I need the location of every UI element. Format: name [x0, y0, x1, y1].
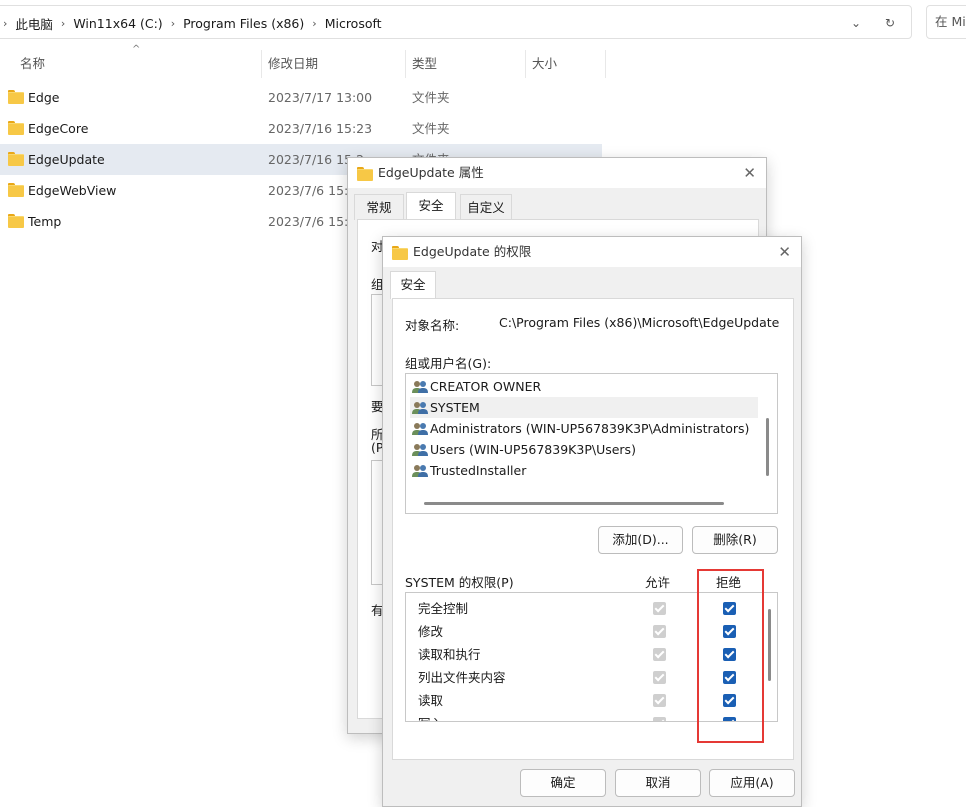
chevron-right-icon: › — [3, 16, 8, 30]
folder-icon-wrap — [8, 121, 24, 135]
allow-column-label: 允许 — [645, 575, 671, 590]
allow-checkbox — [653, 671, 666, 684]
permission-name: 完全控制 — [418, 601, 469, 616]
permission-name: 读取和执行 — [418, 647, 481, 662]
user-name: SYSTEM — [430, 400, 480, 415]
users-horizontal-scrollbar[interactable] — [424, 502, 724, 505]
sort-up-icon: ^ — [132, 44, 141, 55]
file-type: 文件夹 — [412, 121, 450, 136]
users-group-icon — [412, 444, 428, 456]
users-vertical-scrollbar[interactable] — [766, 418, 769, 476]
file-row[interactable]: EdgeCore 2023/7/16 15:23 文件夹 — [0, 113, 602, 144]
user-name: CREATOR OWNER — [430, 379, 542, 394]
deny-column-highlight — [697, 569, 764, 743]
column-header-type[interactable]: 类型 — [406, 50, 526, 78]
chevron-right-icon: › — [60, 16, 66, 30]
users-group-icon — [412, 381, 428, 393]
users-list[interactable]: CREATOR OWNER SYSTEM Administrators (WIN… — [405, 373, 778, 514]
allow-checkbox — [653, 648, 666, 661]
search-input[interactable]: 在 Mi — [926, 5, 966, 39]
tab-security[interactable]: 安全 — [406, 192, 456, 220]
folder-icon — [392, 246, 408, 260]
permissions-vertical-scrollbar[interactable] — [768, 609, 771, 681]
users-group-icon — [412, 402, 428, 414]
chevron-right-icon: › — [170, 16, 176, 30]
permission-name: 修改 — [418, 624, 444, 639]
dialog-titlebar: EdgeUpdate 属性 ✕ — [348, 158, 766, 188]
permissions-dialog: EdgeUpdate 的权限 ✕ 安全 对象名称: C:\Program Fil… — [382, 236, 802, 807]
object-path: C:\Program Files (x86)\Microsoft\EdgeUpd… — [499, 315, 780, 330]
user-name: TrustedInstaller — [430, 463, 527, 478]
breadcrumb-item[interactable]: 此电脑 — [13, 14, 55, 33]
user-name: Users (WIN-UP567839K3P\Users) — [430, 442, 636, 457]
permission-name: 写入 — [418, 716, 443, 721]
allow-checkbox — [653, 717, 666, 721]
apply-button[interactable]: 应用(A) — [709, 769, 795, 797]
folder-icon — [8, 152, 24, 166]
dialog-titlebar: EdgeUpdate 的权限 ✕ — [383, 237, 801, 267]
file-date: 2023/7/6 15:5 — [268, 214, 357, 229]
allow-checkbox — [653, 625, 666, 638]
folder-icon-wrap — [392, 246, 408, 260]
file-name: EdgeCore — [28, 121, 89, 136]
remove-button[interactable]: 删除(R) — [692, 526, 778, 554]
folder-icon — [357, 167, 373, 181]
user-item[interactable]: TrustedInstaller — [410, 460, 758, 481]
dialog-title: EdgeUpdate 属性 — [378, 165, 484, 180]
group-label: 组或用户名(G): — [405, 356, 492, 371]
refresh-icon[interactable]: ↻ — [881, 14, 899, 32]
tab-general[interactable]: 常规 — [354, 194, 404, 220]
tab-security[interactable]: 安全 — [390, 271, 436, 299]
folder-icon-wrap — [8, 183, 24, 197]
folder-icon-wrap — [357, 167, 373, 181]
allow-checkbox — [653, 602, 666, 615]
users-group-icon — [412, 423, 428, 435]
permissions-label: SYSTEM 的权限(P) — [405, 575, 514, 590]
chevron-down-icon[interactable]: ⌄ — [847, 14, 865, 32]
file-name: Temp — [28, 214, 62, 229]
file-date: 2023/7/17 13:00 — [268, 90, 373, 105]
folder-icon — [8, 90, 24, 104]
permission-name: 列出文件夹内容 — [418, 670, 506, 685]
breadcrumb-item[interactable]: Microsoft — [323, 16, 384, 31]
folder-icon — [8, 183, 24, 197]
file-name: Edge — [28, 90, 60, 105]
user-item[interactable]: CREATOR OWNER — [410, 376, 758, 397]
folder-icon — [8, 214, 24, 228]
close-icon[interactable]: ✕ — [778, 243, 791, 261]
folder-icon-wrap — [8, 214, 24, 228]
column-header-size[interactable]: 大小 — [526, 50, 606, 78]
breadcrumb-item[interactable]: Win11x64 (C:) — [71, 16, 164, 31]
address-bar[interactable]: › 此电脑 › Win11x64 (C:) › Program Files (x… — [0, 5, 912, 39]
file-row[interactable]: Edge 2023/7/17 13:00 文件夹 — [0, 82, 602, 113]
user-item-selected[interactable]: SYSTEM — [410, 397, 758, 418]
allow-checkbox — [653, 694, 666, 707]
ok-button[interactable]: 确定 — [520, 769, 606, 797]
file-name: EdgeWebView — [28, 183, 117, 198]
dialog-title: EdgeUpdate 的权限 — [413, 244, 532, 259]
users-group-icon — [412, 465, 428, 477]
file-name: EdgeUpdate — [28, 152, 105, 167]
breadcrumb: › 此电脑 › Win11x64 (C:) › Program Files (x… — [0, 6, 384, 40]
folder-icon-wrap — [8, 90, 24, 104]
cancel-button[interactable]: 取消 — [615, 769, 701, 797]
folder-icon-wrap — [8, 152, 24, 166]
file-date: 2023/7/16 15:23 — [268, 121, 373, 136]
column-header-date[interactable]: 修改日期 — [262, 50, 406, 78]
file-type: 文件夹 — [412, 90, 450, 105]
file-date: 2023/7/6 15:5 — [268, 183, 357, 198]
chevron-right-icon: › — [312, 16, 317, 30]
object-name-label: 对象名称: — [405, 318, 460, 333]
folder-icon — [8, 121, 24, 135]
add-button[interactable]: 添加(D)... — [598, 526, 683, 554]
user-item[interactable]: Administrators (WIN-UP567839K3P\Administ… — [410, 418, 758, 439]
address-bar-area: › 此电脑 › Win11x64 (C:) › Program Files (x… — [0, 0, 966, 46]
permission-name: 读取 — [418, 693, 444, 708]
tab-custom[interactable]: 自定义 — [460, 194, 512, 220]
close-icon[interactable]: ✕ — [743, 164, 756, 182]
user-name: Administrators (WIN-UP567839K3P\Administ… — [430, 421, 750, 436]
breadcrumb-item[interactable]: Program Files (x86) — [181, 16, 306, 31]
user-item[interactable]: Users (WIN-UP567839K3P\Users) — [410, 439, 758, 460]
